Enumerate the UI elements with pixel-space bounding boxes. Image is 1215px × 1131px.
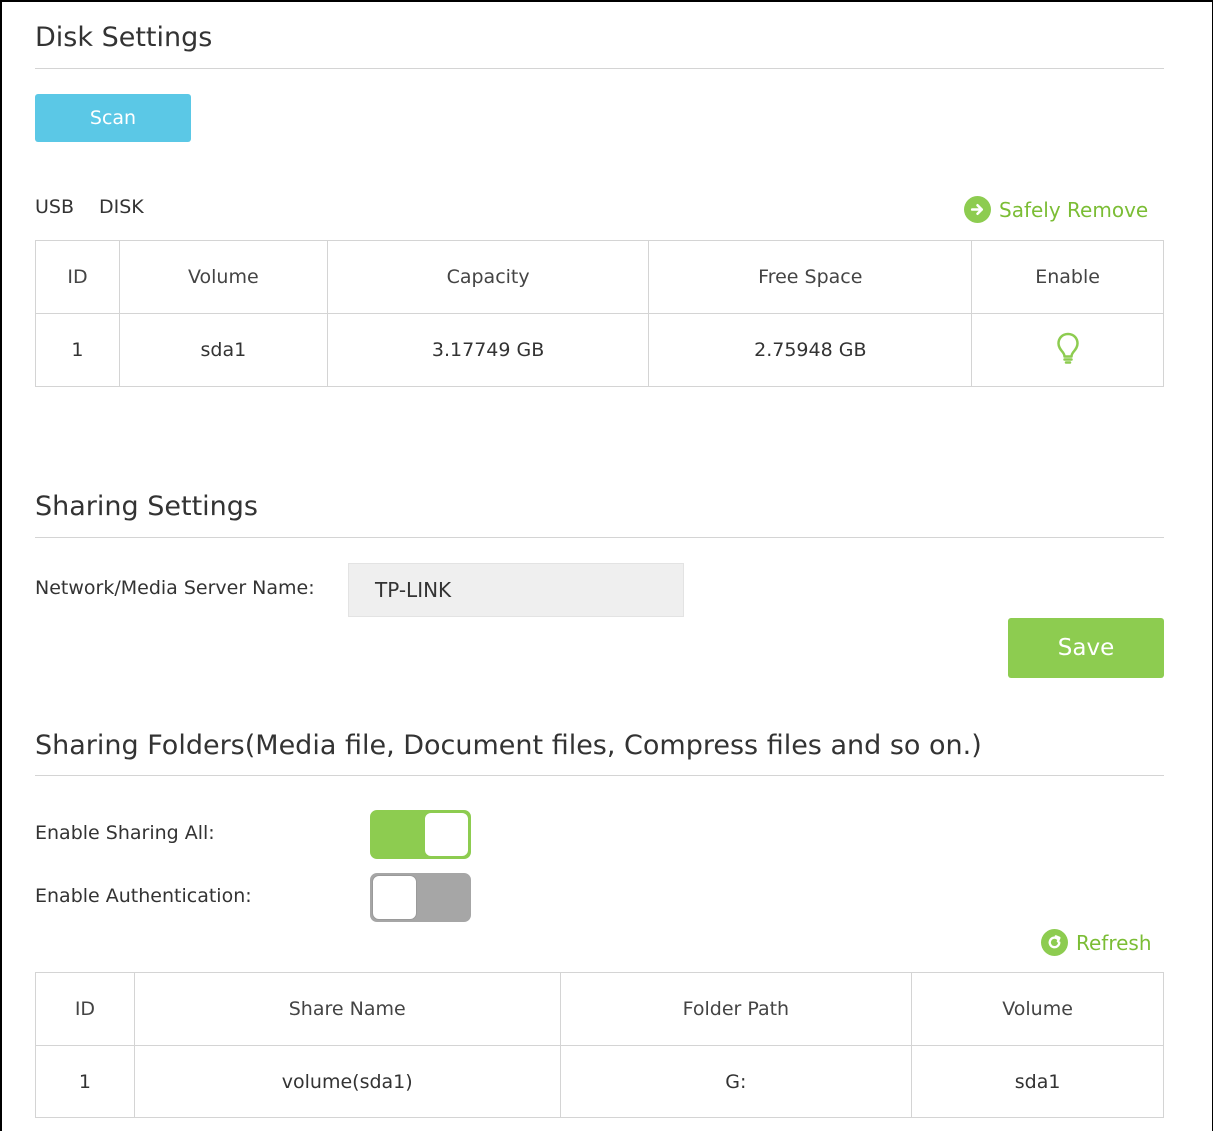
table-row: 1 volume(sda1) G: sda1 (35, 1045, 1164, 1118)
disk-settings-title: Disk Settings (35, 22, 213, 53)
scan-button[interactable]: Scan (35, 94, 191, 142)
cell-share-name: volume(sda1) (133, 1045, 561, 1118)
column-header-folder-path: Folder Path (559, 972, 913, 1046)
cell-volume: sda1 (911, 1045, 1164, 1118)
cell-capacity: 3.17749 GB (326, 313, 650, 387)
enable-authentication-toggle[interactable] (370, 873, 471, 922)
usb-label: USB (35, 196, 75, 218)
sharing-folders-title: Sharing Folders(Media file, Document fil… (35, 730, 982, 761)
refresh-icon (1041, 929, 1068, 956)
column-header-capacity: Capacity (326, 240, 650, 314)
cell-enable (971, 313, 1164, 387)
divider (35, 775, 1164, 776)
cell-id: 1 (35, 313, 120, 387)
disk-table: ID Volume Capacity Free Space Enable 1 s… (35, 240, 1164, 387)
safely-remove-link[interactable]: Safely Remove (964, 196, 1148, 223)
lightbulb-icon[interactable] (1056, 332, 1080, 369)
cell-volume: sda1 (118, 313, 328, 387)
safely-remove-label: Safely Remove (999, 197, 1149, 222)
table-header-row: ID Volume Capacity Free Space Enable (35, 240, 1164, 314)
server-name-label: Network/Media Server Name: (35, 577, 315, 599)
column-header-enable: Enable (971, 240, 1164, 314)
enable-authentication-label: Enable Authentication: (35, 885, 252, 907)
refresh-link[interactable]: Refresh (1041, 929, 1152, 956)
cell-free-space: 2.75948 GB (648, 313, 973, 387)
column-header-id: ID (35, 240, 120, 314)
sharing-folders-table: ID Share Name Folder Path Volume 1 volum… (35, 972, 1164, 1118)
divider (35, 537, 1164, 538)
column-header-share-name: Share Name (133, 972, 561, 1046)
column-header-free-space: Free Space (648, 240, 973, 314)
refresh-label: Refresh (1076, 930, 1152, 955)
divider (35, 68, 1164, 69)
column-header-volume: Volume (118, 240, 328, 314)
enable-sharing-all-toggle[interactable] (370, 810, 471, 859)
toggle-knob (424, 812, 469, 857)
column-header-id: ID (35, 972, 135, 1046)
arrow-right-icon (964, 196, 991, 223)
cell-id: 1 (35, 1045, 135, 1118)
disk-label: DISK (99, 196, 144, 218)
table-row: 1 sda1 3.17749 GB 2.75948 GB (35, 313, 1164, 387)
server-name-input[interactable]: TP-LINK (348, 563, 684, 617)
table-header-row: ID Share Name Folder Path Volume (35, 972, 1164, 1046)
save-button[interactable]: Save (1008, 618, 1164, 678)
enable-sharing-all-label: Enable Sharing All: (35, 822, 215, 844)
column-header-volume: Volume (911, 972, 1164, 1046)
sharing-settings-title: Sharing Settings (35, 491, 258, 522)
toggle-knob (372, 875, 417, 920)
cell-folder-path: G: (559, 1045, 913, 1118)
